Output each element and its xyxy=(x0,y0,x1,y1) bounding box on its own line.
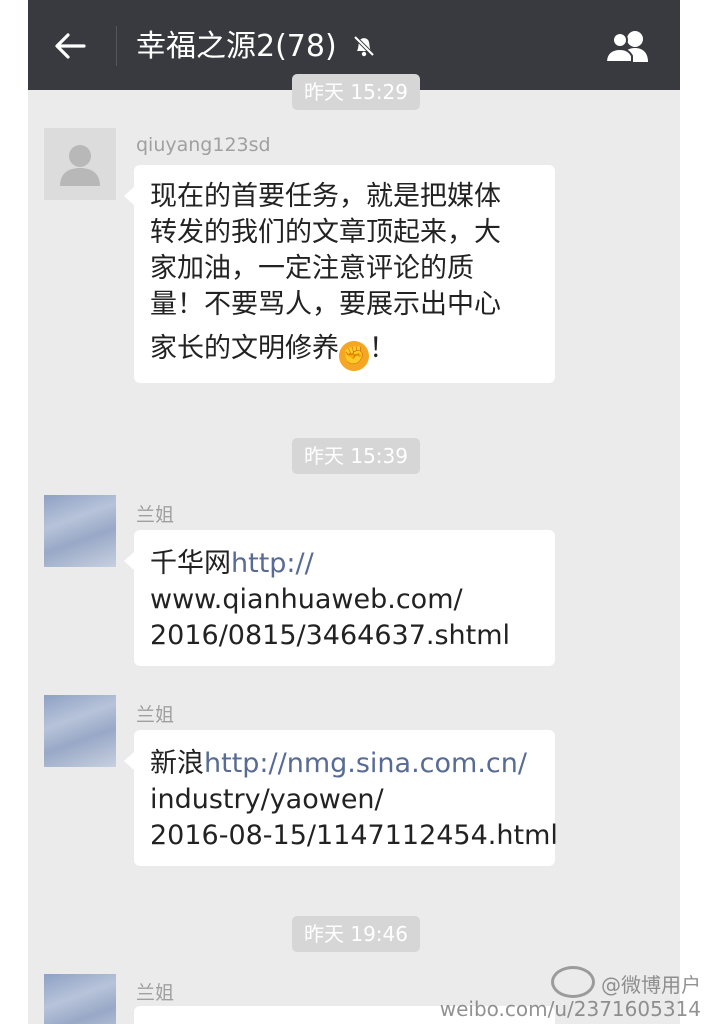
avatar[interactable] xyxy=(44,128,116,200)
message-text: 家长的文明修养 xyxy=(150,333,339,364)
message-link[interactable]: industry/yaowen/ xyxy=(150,782,541,818)
message-text: 量！不要骂人，要展示出中心 xyxy=(150,289,501,320)
message-bubble[interactable]: 现在的首要任务，就是把媒体 转发的我们的文章顶起来，大 家加油，一定注意评论的质… xyxy=(124,165,555,383)
timestamp: 昨天 15:29 xyxy=(292,74,420,110)
header-divider xyxy=(116,26,117,66)
watermark-url: weibo.com/u/2371605314 xyxy=(439,997,701,1021)
message-bubble[interactable]: 千华网http:// www.qianhuaweb.com/ 2016/0815… xyxy=(124,530,555,666)
sender-name: 兰姐 xyxy=(136,704,175,726)
chat-title: 幸福之源2(78) xyxy=(136,29,337,64)
message-link[interactable]: http:// xyxy=(231,548,314,579)
chat-screen: 幸福之源2(78) 昨天 15:29 qiuyang123sd 现在的首要任务，… xyxy=(28,0,680,1024)
message-text: 千华网http:// xyxy=(150,546,541,582)
watermark-user: @微博用户 xyxy=(601,973,701,997)
sender-name: 兰姐 xyxy=(136,982,175,1004)
weibo-watermark: @微博用户 weibo.com/u/2371605314 xyxy=(440,966,701,1020)
site-name: 新浪 xyxy=(150,748,204,779)
message-text-last: 家长的文明修养 ✊！ xyxy=(150,331,541,371)
arrow-left-icon xyxy=(55,33,86,59)
message-text: 转发的我们的文章顶起来，大 xyxy=(150,217,501,248)
message-text: 家加油，一定注意评论的质 xyxy=(150,253,474,284)
sender-name: 兰姐 xyxy=(136,504,175,526)
avatar[interactable] xyxy=(44,974,116,1024)
message-text: ！ xyxy=(369,333,396,364)
message-text: 现在的首要任务，就是把媒体 xyxy=(150,181,501,212)
message-link[interactable]: 2016/0815/3464637.shtml xyxy=(150,618,541,654)
back-button[interactable] xyxy=(50,26,90,66)
sender-name: qiuyang123sd xyxy=(136,134,271,156)
avatar[interactable] xyxy=(44,495,116,567)
avatar[interactable] xyxy=(44,695,116,767)
message-link[interactable]: http://nmg.sina.com.cn/ xyxy=(204,748,527,779)
message-text: 新浪http://nmg.sina.com.cn/ xyxy=(150,746,541,782)
weibo-logo-icon xyxy=(551,966,595,998)
site-name: 千华网 xyxy=(150,548,231,579)
message-bubble[interactable]: 新浪http://nmg.sina.com.cn/ industry/yaowe… xyxy=(124,730,558,866)
fist-emoji-icon: ✊ xyxy=(339,341,369,371)
people-icon xyxy=(604,31,648,63)
timestamp: 昨天 19:46 xyxy=(292,916,420,952)
group-members-button[interactable] xyxy=(602,28,654,64)
message-link[interactable]: www.qianhuaweb.com/ xyxy=(150,582,541,618)
default-user-icon xyxy=(60,145,100,186)
bell-off-icon xyxy=(351,33,377,59)
message-link[interactable]: 2016-08-15/1147112454.html xyxy=(150,818,558,854)
timestamp: 昨天 15:39 xyxy=(292,438,420,474)
